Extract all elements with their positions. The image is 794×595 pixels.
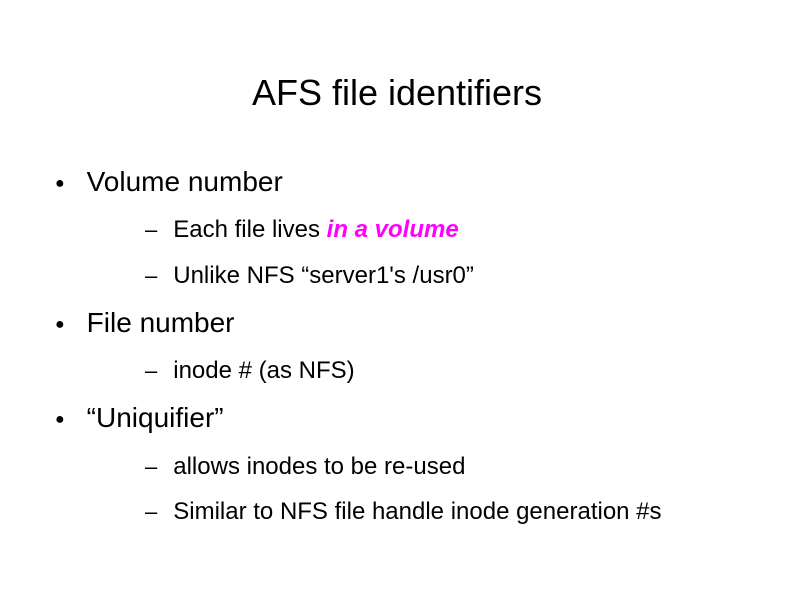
text-run: Similar to NFS file handle inode generat…	[173, 498, 661, 525]
text-run: Unlike NFS “server1's /usr0”	[173, 262, 474, 289]
dash-icon: –	[145, 360, 157, 382]
text-run: allows inodes to be re-used	[173, 453, 465, 480]
slide-content: ● Volume number – Each file lives in a v…	[0, 164, 794, 527]
sublist: – Each file lives in a volume – Unlike N…	[55, 214, 754, 290]
bullet-icon: ●	[55, 176, 65, 192]
list-item-text: Each file lives in a volume	[173, 214, 458, 245]
dash-icon: –	[145, 501, 157, 523]
list-item: – allows inodes to be re-used	[145, 451, 754, 482]
list-item: ● File number – inode # (as NFS)	[55, 305, 754, 387]
list-item: – Similar to NFS file handle inode gener…	[145, 496, 754, 527]
dash-icon: –	[145, 219, 157, 241]
list-item-text: inode # (as NFS)	[173, 355, 354, 386]
dash-icon: –	[145, 456, 157, 478]
list-item-text: Unlike NFS “server1's /usr0”	[173, 260, 474, 291]
slide-title: AFS file identifiers	[0, 0, 794, 154]
list-item-row: ● File number	[55, 305, 754, 341]
list-item: – Each file lives in a volume	[145, 214, 754, 245]
list-item: ● Volume number – Each file lives in a v…	[55, 164, 754, 291]
bullet-icon: ●	[55, 412, 65, 428]
sublist: – inode # (as NFS)	[55, 355, 754, 386]
text-run: inode # (as NFS)	[173, 357, 354, 384]
dash-icon: –	[145, 265, 157, 287]
list-item-text: File number	[87, 305, 235, 341]
list-item-text: “Uniquifier”	[87, 400, 224, 436]
emphasis-text: in a volume	[327, 216, 459, 243]
sublist: – allows inodes to be re-used – Similar …	[55, 451, 754, 527]
list-item-text: allows inodes to be re-used	[173, 451, 465, 482]
list-item-text: Volume number	[87, 164, 283, 200]
list-item-text: Similar to NFS file handle inode generat…	[173, 496, 661, 527]
list-item: – Unlike NFS “server1's /usr0”	[145, 260, 754, 291]
list-item-row: ● Volume number	[55, 164, 754, 200]
bullet-icon: ●	[55, 317, 65, 333]
list-item: ● “Uniquifier” – allows inodes to be re-…	[55, 400, 754, 527]
list-item: – inode # (as NFS)	[145, 355, 754, 386]
list-item-row: ● “Uniquifier”	[55, 400, 754, 436]
text-run: Each file lives	[173, 216, 326, 243]
outline-list: ● Volume number – Each file lives in a v…	[55, 164, 754, 527]
slide: AFS file identifiers ● Volume number – E…	[0, 0, 794, 595]
